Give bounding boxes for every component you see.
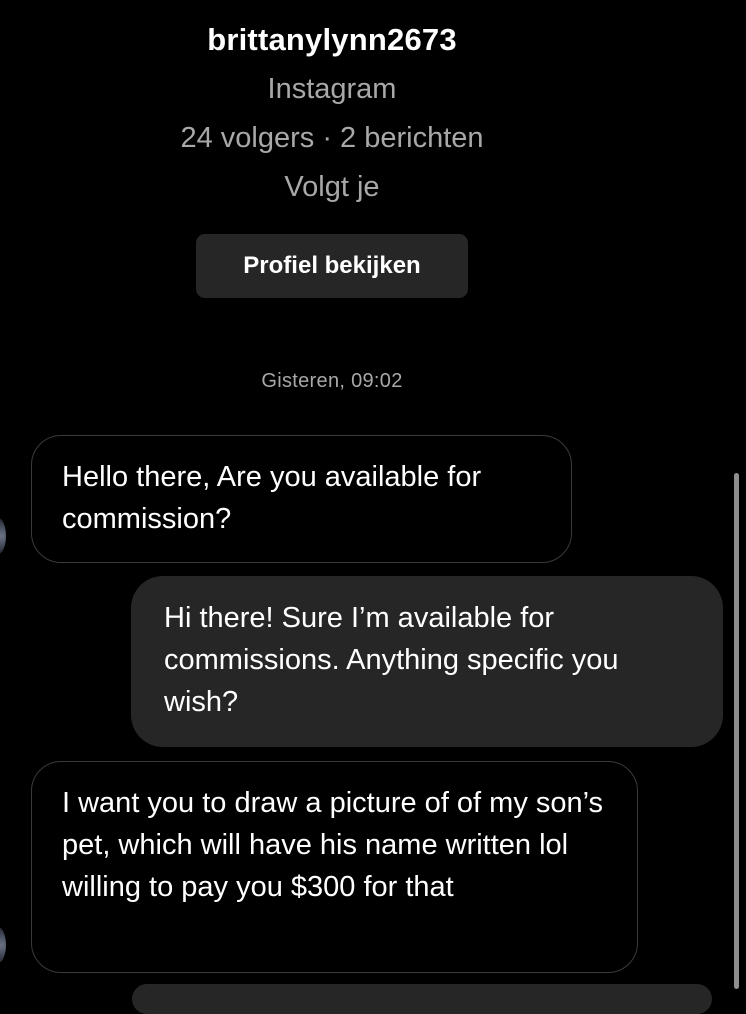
profile-stats: 24 volgers · 2 berichten	[180, 122, 484, 154]
message-received[interactable]: Hello there, Are you available for commi…	[31, 435, 572, 563]
profile-platform: Instagram	[267, 73, 397, 105]
follow-status: Volgt je	[284, 171, 380, 203]
scrollbar[interactable]	[734, 473, 739, 989]
message-received[interactable]: I want you to draw a picture of of my so…	[31, 761, 638, 973]
profile-username[interactable]: brittanylynn2673	[0, 22, 664, 58]
sender-avatar[interactable]	[0, 927, 6, 963]
view-profile-button[interactable]: Profiel bekijken	[196, 234, 468, 298]
message-sent[interactable]: Hi there! Sure I’m available for commiss…	[131, 576, 723, 747]
conversation-timestamp: Gisteren, 09:02	[261, 370, 403, 392]
sender-avatar[interactable]	[0, 518, 6, 554]
